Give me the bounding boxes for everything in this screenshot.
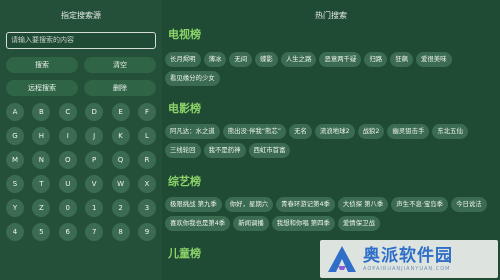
- key-1[interactable]: 1: [85, 199, 104, 217]
- hot-search-chip[interactable]: 无间: [229, 52, 253, 67]
- hot-search-chip[interactable]: 东北五仙: [432, 124, 468, 139]
- section-title-variety: 综艺榜: [168, 175, 201, 188]
- key-8[interactable]: 8: [111, 223, 130, 241]
- key-w[interactable]: W: [111, 175, 130, 193]
- search-source-title: 指定搜索源: [61, 11, 101, 20]
- key-i[interactable]: I: [58, 127, 77, 145]
- hot-search-chip[interactable]: 狂飙: [390, 52, 413, 67]
- hot-search-chip[interactable]: 人生之路: [280, 52, 317, 67]
- key-9[interactable]: 9: [137, 223, 156, 241]
- clear-button[interactable]: 清空: [84, 57, 156, 73]
- hot-search-chip[interactable]: 蝶影: [255, 52, 278, 67]
- key-a[interactable]: A: [6, 103, 24, 121]
- key-c[interactable]: C: [58, 103, 77, 121]
- key-6[interactable]: 6: [58, 223, 77, 241]
- key-q[interactable]: Q: [111, 151, 130, 169]
- button-row-2: 远程搜索 删除: [6, 80, 156, 96]
- chips-movie: 阿凡达：水之道 熊出没·伴我“熊芯” 无名 流浪地球2 战狼2 幽灵狙击手 东北五仙三线轮回…: [165, 124, 495, 158]
- key-d[interactable]: D: [85, 103, 104, 121]
- key-s[interactable]: S: [6, 175, 24, 193]
- left-panel: 指定搜索源 请输入要搜索的内容 搜索 清空 远程搜索 删除 ABCDEF GHIJ…: [0, 0, 162, 280]
- hot-search-chip[interactable]: 薄冰: [203, 52, 227, 67]
- hot-search-chip[interactable]: 无名: [289, 124, 312, 139]
- hot-search-chip[interactable]: 爱情保卫战: [337, 216, 380, 231]
- section-title-tv: 电视榜: [168, 28, 201, 41]
- key-4[interactable]: 4: [6, 223, 24, 241]
- key-2[interactable]: 2: [111, 199, 130, 217]
- key-y[interactable]: Y: [6, 199, 24, 217]
- hot-search-chip[interactable]: 声生不息·宝岛季: [391, 197, 449, 212]
- key-e[interactable]: E: [111, 103, 130, 121]
- key-k[interactable]: K: [111, 127, 130, 145]
- key-o[interactable]: O: [58, 151, 77, 169]
- hot-search-chip[interactable]: 喜欢你我也是第4季: [165, 216, 231, 231]
- hot-search-chip[interactable]: 看见缘分的少女: [165, 71, 220, 86]
- hot-search-chip[interactable]: 大侦探 第八季: [337, 197, 389, 212]
- key-p[interactable]: P: [85, 151, 104, 169]
- key-7[interactable]: 7: [85, 223, 104, 241]
- remote-search-button[interactable]: 远程搜索: [6, 80, 78, 96]
- key-5[interactable]: 5: [32, 223, 51, 241]
- watermark-text: 奥派软件园: [363, 246, 453, 266]
- key-b[interactable]: B: [32, 103, 51, 121]
- search-input[interactable]: 请输入要搜索的内容: [6, 32, 156, 49]
- hot-search-chip[interactable]: 归路: [364, 52, 388, 67]
- search-button[interactable]: 搜索: [6, 57, 78, 73]
- key-x[interactable]: X: [137, 175, 156, 193]
- delete-button[interactable]: 删除: [84, 80, 156, 96]
- hot-search-chip[interactable]: 幽灵狙击手: [387, 124, 430, 139]
- hot-search-chip[interactable]: 三线轮回: [165, 143, 201, 158]
- chips-tv: 长月烬明 薄冰 无间 蝶影 人生之路 恶意两千疑 归路 狂飙 爱很美味看见缘分的少女: [165, 52, 495, 86]
- hot-search-chip[interactable]: 恶意两千疑: [319, 52, 362, 67]
- key-j[interactable]: J: [85, 127, 104, 145]
- hot-search-chip[interactable]: 今日说法: [451, 197, 487, 212]
- key-m[interactable]: M: [6, 151, 24, 169]
- key-u[interactable]: U: [58, 175, 77, 193]
- key-t[interactable]: T: [32, 175, 51, 193]
- button-row-1: 搜索 清空: [6, 57, 156, 73]
- keyboard-grid: ABCDEF GHIJKL MNOPQR STUVWX YZ0123 456789: [6, 103, 156, 241]
- hot-search-chip[interactable]: 阿凡达：水之道: [165, 124, 220, 139]
- chips-variety: 极限挑战 第九季 你好，星期六 青春环游记第4季 大侦探 第八季 声生不息·宝岛季 今日说…: [165, 197, 495, 231]
- watermark-a-icon: [328, 246, 356, 272]
- section-title-kids: 儿童榜: [168, 247, 201, 260]
- hot-search-chip[interactable]: 你好，星期六: [224, 197, 274, 212]
- hot-search-chip[interactable]: 我想和你唱 第四季: [271, 216, 335, 231]
- hot-search-chip[interactable]: 长月烬明: [165, 52, 201, 67]
- hot-search-title: 热门搜索: [315, 11, 347, 20]
- section-title-movie: 电影榜: [168, 102, 201, 115]
- watermark-logo: 奥派软件园 AOPAIRUANJIANYUAN.COM: [320, 240, 498, 278]
- key-0[interactable]: 0: [58, 199, 77, 217]
- hot-search-chip[interactable]: 青春环游记第4季: [276, 197, 335, 212]
- key-r[interactable]: R: [137, 151, 156, 169]
- hot-search-chip[interactable]: 极限挑战 第九季: [165, 197, 222, 212]
- hot-search-chip[interactable]: 爱很美味: [415, 52, 452, 67]
- key-f[interactable]: F: [137, 103, 156, 121]
- hot-search-chip[interactable]: 流浪地球2: [314, 124, 355, 139]
- right-panel: 热门搜索 电视榜 长月烬明 薄冰 无间 蝶影 人生之路 恶意两千疑 归路 狂飙 爱很美味看见缘分…: [162, 0, 500, 280]
- key-l[interactable]: L: [137, 127, 156, 145]
- key-v[interactable]: V: [85, 175, 104, 193]
- hot-search-chip[interactable]: 战狼2: [357, 124, 385, 139]
- hot-search-chip[interactable]: 我不是药神: [203, 143, 246, 158]
- hot-search-chip[interactable]: 西虹市首富: [248, 143, 291, 158]
- hot-search-chip[interactable]: 新闻调播: [233, 216, 269, 231]
- hot-search-chip[interactable]: 熊出没·伴我“熊芯”: [222, 124, 287, 139]
- key-n[interactable]: N: [32, 151, 51, 169]
- key-z[interactable]: Z: [32, 199, 51, 217]
- watermark-subtext: AOPAIRUANJIANYUAN.COM: [363, 266, 451, 272]
- key-3[interactable]: 3: [137, 199, 156, 217]
- key-h[interactable]: H: [32, 127, 51, 145]
- key-g[interactable]: G: [6, 127, 24, 145]
